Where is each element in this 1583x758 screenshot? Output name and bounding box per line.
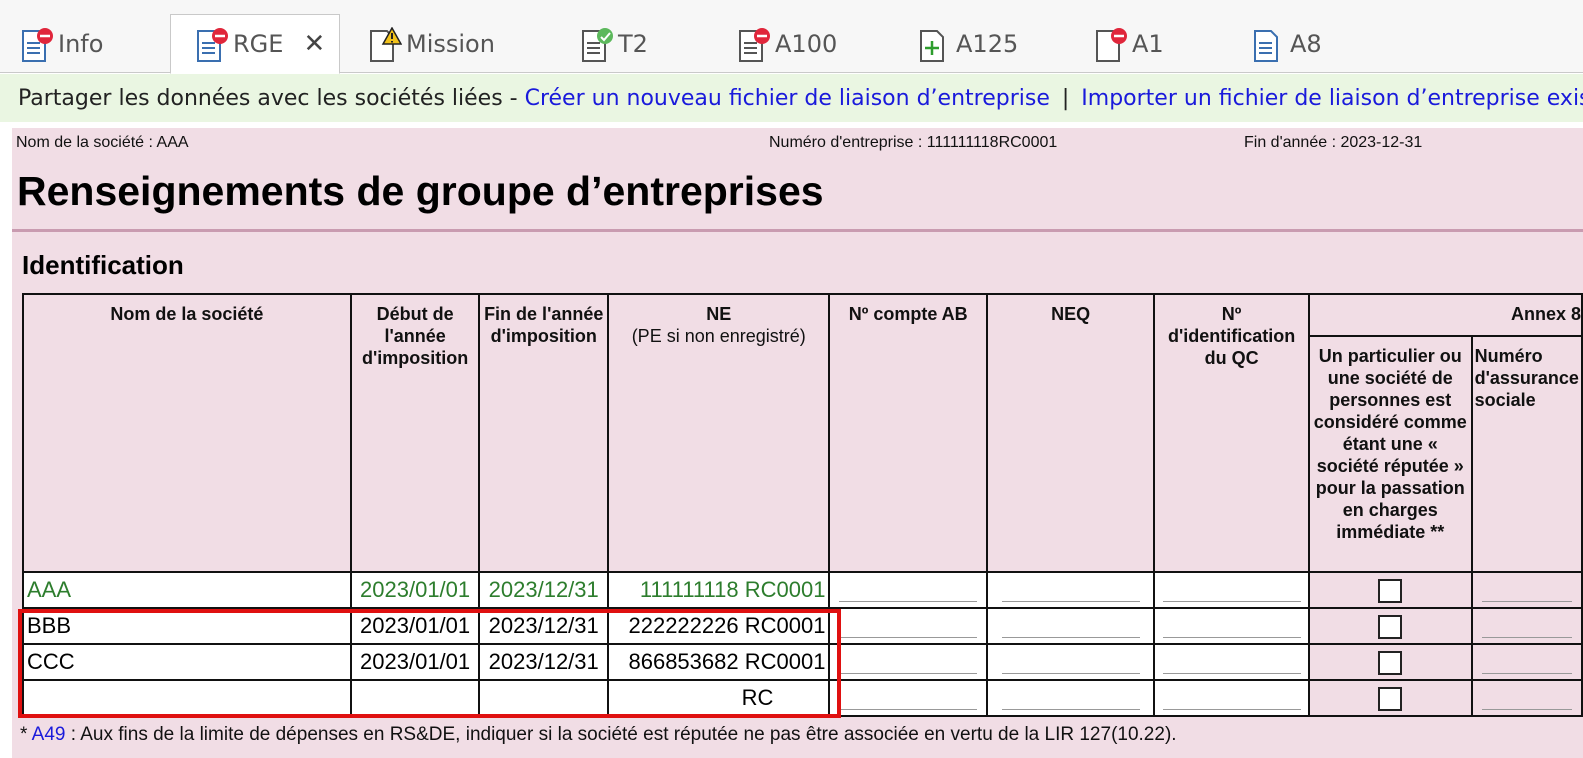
cell-ab[interactable] <box>828 679 989 717</box>
share-bar: Partager les données avec les sociétés l… <box>0 74 1583 122</box>
col-neq: NEQ <box>986 293 1156 573</box>
document-warning-icon <box>368 26 402 62</box>
cell-sin[interactable] <box>1470 679 1583 717</box>
col-ne-sub: (PE si non enregistré) <box>631 326 806 346</box>
cell-end[interactable]: 2023/12/31 <box>478 607 610 645</box>
cell-qc[interactable] <box>1153 643 1310 681</box>
cell-neq[interactable] <box>986 607 1156 645</box>
tab-a125[interactable]: A125 <box>918 14 1018 73</box>
cell-ne[interactable]: 866853682 RC0001 <box>607 643 831 681</box>
tab-label: A100 <box>775 29 838 58</box>
cell-sin[interactable] <box>1470 643 1583 681</box>
cell-end[interactable]: 2023/12/31 <box>478 643 610 681</box>
col-name: Nom de la société <box>22 293 352 573</box>
table-row: CCC 2023/01/01 2023/12/31 866853682 RC00… <box>22 643 1583 681</box>
deemed-checkbox[interactable] <box>1307 679 1473 717</box>
document-add-icon <box>918 27 948 62</box>
tab-label: Mission <box>406 29 495 58</box>
tab-label: RGE <box>233 30 284 58</box>
tab-label: Info <box>58 29 104 58</box>
tab-rge[interactable]: RGE ✕ <box>170 14 340 74</box>
cell-neq[interactable] <box>986 571 1156 609</box>
cell-qc[interactable] <box>1153 607 1310 645</box>
col-ne: NE (PE si non enregistré) <box>607 293 831 573</box>
document-error-icon <box>1094 27 1127 62</box>
cell-name[interactable]: BBB <box>22 607 352 645</box>
title-divider <box>12 229 1583 232</box>
cell-ab[interactable] <box>828 607 989 645</box>
tab-label: A125 <box>956 29 1019 58</box>
business-number: Numéro d'entreprise : 111111118RC0001 <box>769 134 1058 151</box>
cell-ab[interactable] <box>828 571 989 609</box>
col-qc: Nº d'identification du QC <box>1153 293 1310 573</box>
document-error-icon <box>195 27 228 62</box>
a49-link[interactable]: A49 <box>32 724 66 745</box>
company-name: Nom de la société : AAA <box>16 134 189 151</box>
tab-t2[interactable]: T2 <box>580 14 648 73</box>
table-row: RC <box>22 679 1583 717</box>
document-error-icon <box>737 27 770 62</box>
cell-start[interactable]: 2023/01/01 <box>349 607 481 645</box>
cell-name[interactable] <box>22 679 352 717</box>
create-link[interactable]: Créer un nouveau fichier de liaison d’en… <box>525 86 1050 111</box>
tab-a8[interactable]: A8 <box>1252 14 1322 73</box>
tab-label: T2 <box>618 29 648 58</box>
section-title: Identification <box>22 250 184 280</box>
document-icon <box>1252 27 1282 62</box>
tab-a100[interactable]: A100 <box>737 14 837 73</box>
cell-qc[interactable] <box>1153 679 1310 717</box>
cell-qc[interactable] <box>1153 571 1310 609</box>
deemed-checkbox[interactable] <box>1307 571 1473 609</box>
cell-start[interactable]: 2023/01/01 <box>349 571 481 609</box>
cell-ne[interactable]: 222222226 RC0001 <box>607 607 831 645</box>
cell-neq[interactable] <box>986 679 1156 717</box>
document-check-icon <box>580 27 613 62</box>
table-row: BBB 2023/01/01 2023/12/31 222222226 RC00… <box>22 607 1583 645</box>
form-area: Nom de la société : AAA Numéro d'entrepr… <box>12 128 1583 758</box>
cell-name[interactable]: AAA <box>22 571 352 609</box>
cell-end[interactable] <box>478 679 610 717</box>
col-sin: Numéro d'assurance sociale <box>1470 335 1583 573</box>
cell-start[interactable]: 2023/01/01 <box>349 643 481 681</box>
footnote: * A49 : Aux fins de la limite de dépense… <box>20 724 1177 745</box>
cell-neq[interactable] <box>986 643 1156 681</box>
col-end: Fin de l'année d'imposition <box>478 293 610 573</box>
tab-info[interactable]: Info <box>20 14 103 73</box>
close-icon[interactable]: ✕ <box>303 29 325 59</box>
footnote-text: : Aux fins de la limite de dépenses en R… <box>70 724 1177 745</box>
tab-mission[interactable]: Mission <box>368 14 495 73</box>
identification-table: Nom de la société Début de l'année d'imp… <box>22 293 1583 717</box>
cell-ne[interactable]: 111111118 RC0001 <box>607 571 831 609</box>
cell-name[interactable]: CCC <box>22 643 352 681</box>
col-deemed: Un particulier ou une société de personn… <box>1307 335 1473 573</box>
cell-ab[interactable] <box>828 643 989 681</box>
cell-sin[interactable] <box>1470 571 1583 609</box>
cell-start[interactable] <box>349 679 481 717</box>
col-annex: Annex 8 <box>1307 293 1583 337</box>
share-text: Partager les données avec les sociétés l… <box>18 85 518 111</box>
share-separator: | <box>1061 85 1070 111</box>
tab-label: A1 <box>1132 29 1164 58</box>
col-ab: Nº compte AB <box>828 293 989 573</box>
tab-bar: Info RGE ✕ Mission T2 A100 A125 A1 A8 <box>0 0 1583 74</box>
page-title: Renseignements de groupe d’entreprises <box>17 168 824 214</box>
cell-ne[interactable]: RC <box>607 679 831 717</box>
cell-sin[interactable] <box>1470 607 1583 645</box>
year-end: Fin d'année : 2023-12-31 <box>1244 134 1423 151</box>
col-start: Début de l'année d'imposition <box>349 293 481 573</box>
cell-end[interactable]: 2023/12/31 <box>478 571 610 609</box>
deemed-checkbox[interactable] <box>1307 607 1473 645</box>
table-row: AAA 2023/01/01 2023/12/31 111111118 RC00… <box>22 571 1583 609</box>
deemed-checkbox[interactable] <box>1307 643 1473 681</box>
document-error-icon <box>20 27 53 62</box>
import-link[interactable]: Importer un fichier de liaison d’entrepr… <box>1081 86 1583 111</box>
tab-label: A8 <box>1290 29 1322 58</box>
tab-a1[interactable]: A1 <box>1094 14 1164 73</box>
